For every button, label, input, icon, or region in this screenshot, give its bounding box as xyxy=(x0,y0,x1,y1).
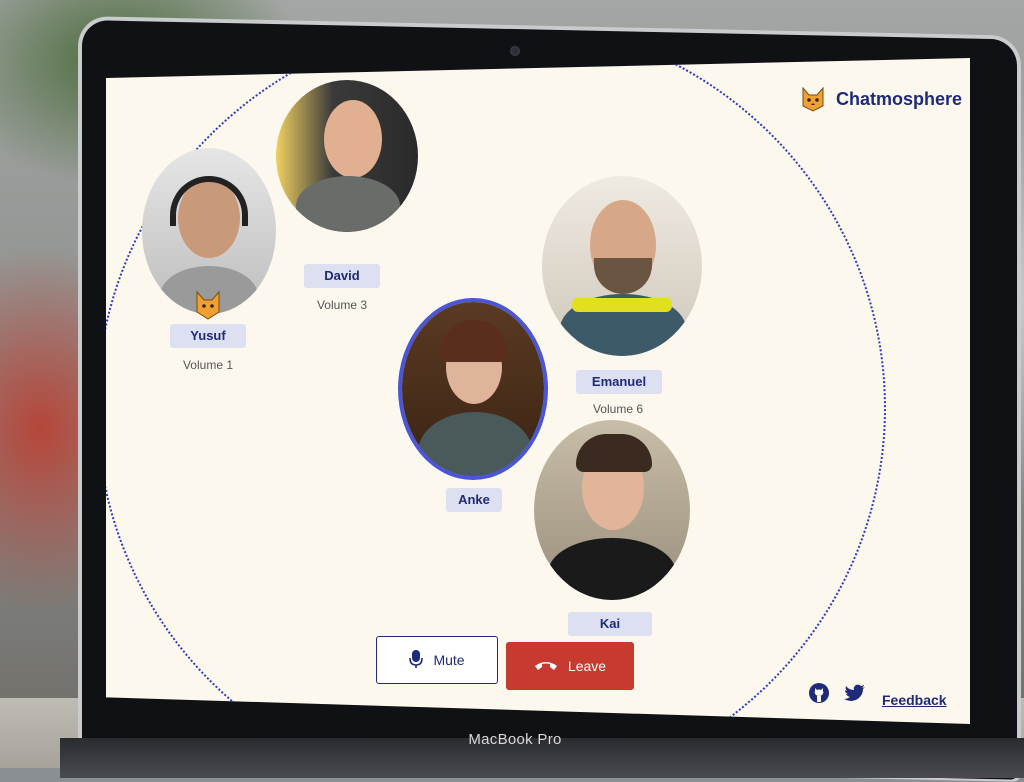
video-avatar xyxy=(534,420,690,600)
github-icon[interactable] xyxy=(808,682,830,704)
cat-badge-icon xyxy=(194,290,222,320)
participant-name: Yusuf xyxy=(170,324,246,348)
video-avatar xyxy=(398,298,548,480)
laptop-label: MacBook Pro xyxy=(468,731,562,748)
microphone-icon xyxy=(409,649,424,672)
participant-volume: Volume 1 xyxy=(182,358,234,372)
mute-label: Mute xyxy=(433,652,465,668)
participant-volume: Volume 6 xyxy=(592,402,644,416)
participant-volume: Volume 3 xyxy=(316,298,368,312)
app-screen: Chatmosphere Yusuf Volume 1 David Volume… xyxy=(106,58,970,724)
cat-logo-icon xyxy=(800,86,826,112)
video-avatar xyxy=(276,80,418,232)
webcam xyxy=(510,46,520,56)
participant-name: David xyxy=(304,264,380,288)
mute-button[interactable]: Mute xyxy=(376,636,498,684)
leave-label: Leave xyxy=(567,658,607,674)
feedback-link[interactable]: Feedback xyxy=(882,692,947,708)
participant-name: Anke xyxy=(446,488,502,512)
brand: Chatmosphere xyxy=(800,86,962,112)
participant-name: Kai xyxy=(568,612,652,636)
brand-name: Chatmosphere xyxy=(836,88,963,109)
participant-name: Emanuel xyxy=(576,370,662,394)
leave-button[interactable]: Leave xyxy=(506,642,634,690)
video-avatar xyxy=(542,176,702,356)
twitter-icon[interactable] xyxy=(844,684,866,706)
hang-up-icon xyxy=(534,658,558,674)
